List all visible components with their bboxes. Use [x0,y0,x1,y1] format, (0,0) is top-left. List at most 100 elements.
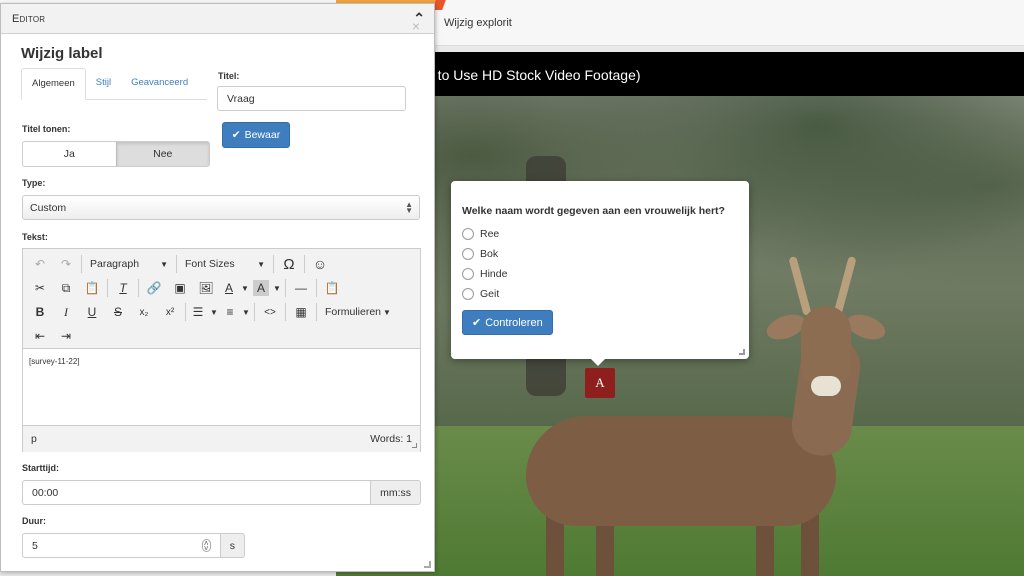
link-icon[interactable]: 🔗 [141,277,167,299]
duration-input[interactable]: 5 ˄ ˅ [22,533,221,558]
tab-advanced[interactable]: Geavanceerd [121,68,198,99]
forms-dropdown[interactable]: Formulieren ▼ [319,301,391,323]
tab-general[interactable]: Algemeen [21,68,86,100]
quiz-option[interactable]: Ree [462,224,738,244]
show-title-yes-button[interactable]: Ja [23,142,116,166]
rte-content-area[interactable]: [survey-11-22] [23,349,420,425]
toolbar-separator [254,303,255,321]
caret-down-icon[interactable]: ▼ [239,277,251,299]
paragraph-dropdown[interactable]: Paragraph ▼ [84,253,174,275]
radio-button[interactable] [462,268,474,280]
start-time-unit: mm:ss [371,480,421,505]
italic-icon[interactable]: I [53,301,79,323]
bold-icon[interactable]: B [27,301,53,323]
tab-style[interactable]: Stijl [86,68,121,99]
toolbar-separator [285,279,286,297]
show-title-toggle: Ja Nee [22,141,210,167]
check-icon: ✔ [472,317,482,329]
superscript-icon[interactable]: x² [157,301,183,323]
save-button[interactable]: ✔ Bewaar [222,122,290,148]
text-color-icon[interactable]: A [219,277,239,299]
toolbar-separator [107,279,108,297]
toolbar-separator [316,279,317,297]
horizontal-line-icon[interactable]: — [288,277,314,299]
quiz-option[interactable]: Bok [462,244,738,264]
check-answer-label: Controleren [485,316,543,329]
forms-dropdown-label: Formulieren [325,306,382,318]
quiz-option[interactable]: Geit [462,284,738,304]
table-icon[interactable]: ▦ [288,301,314,323]
deer-throat [811,376,841,396]
caret-down-icon[interactable]: ▼ [208,301,220,323]
start-time-group: 00:00 mm:ss [22,480,421,505]
show-title-label: Titel tonen: [22,124,71,134]
toolbar-separator [273,255,274,273]
video-title: e to Use HD Stock Video Footage) [426,67,641,83]
save-button-label: Bewaar [244,129,281,141]
element-path[interactable]: p [31,433,37,445]
image-icon[interactable]: 🖼 [193,277,219,299]
label-marker[interactable]: A [585,368,615,398]
rte-status-bar: p Words: 1 [23,425,420,452]
strikethrough-icon[interactable]: S [105,301,131,323]
subscript-icon[interactable]: x₂ [131,301,157,323]
check-icon: ✔ [231,129,241,141]
resize-handle-icon[interactable] [739,349,745,355]
copy-icon[interactable]: ⧉ [53,277,79,299]
bullet-list-icon[interactable]: ☰ [188,301,208,323]
numbered-list-icon[interactable]: ≡ [220,301,240,323]
outdent-icon[interactable]: ⇤ [27,325,53,347]
quiz-option-label: Geit [480,288,500,300]
duration-label: Duur: [22,516,46,526]
radio-button[interactable] [462,288,474,300]
emoticon-icon[interactable]: ☺ [307,253,333,275]
radio-button[interactable] [462,228,474,240]
toolbar-separator [138,279,139,297]
special-character-icon[interactable]: Ω [276,253,302,275]
toolbar-row: ↶ ↷ Paragraph ▼ Font Sizes ▼ Ω ☺ [27,252,416,276]
start-time-input[interactable]: 00:00 [22,480,372,505]
title-input[interactable]: Vraag [217,86,406,111]
duration-group: 5 ˄ ˅ s [22,533,245,558]
paste-text-icon[interactable]: 📋 [319,277,345,299]
caret-down-icon[interactable]: ▼ [240,301,252,323]
panel-resize-handle-icon[interactable] [424,561,431,568]
caret-down-icon: ▼ [257,259,265,269]
toolbar-separator [316,303,317,321]
deer-head [801,306,851,386]
edit-explorit-link[interactable]: Wijzig explorit [444,17,512,29]
spinner-icon[interactable]: ˄ ˅ [201,539,211,552]
indent-icon[interactable]: ⇥ [53,325,79,347]
dialog-title: Wijzig label [21,45,103,62]
check-answer-button[interactable]: ✔ Controleren [462,310,553,335]
quiz-popover: Welke naam wordt gegeven aan een vrouwel… [451,181,749,366]
background-color-icon[interactable]: A [253,280,269,296]
caret-down-icon[interactable]: ▼ [271,277,283,299]
media-icon[interactable]: ▣ [167,277,193,299]
text-label: Tekst: [22,232,48,242]
editor-header[interactable]: Editor ⌃ [1,4,434,34]
caret-down-icon: ▼ [160,259,168,269]
editor-panel: Editor ⌃ Wijzig label × Algemeen Stijl G… [0,3,435,572]
quiz-option-label: Hinde [480,268,508,280]
paste-icon[interactable]: 📋 [79,277,105,299]
toolbar-separator [285,303,286,321]
cut-icon[interactable]: ✂ [27,277,53,299]
toolbar-row: ⇤ ⇥ [27,324,416,348]
duration-unit: s [220,533,245,558]
show-title-no-button[interactable]: Nee [115,142,209,166]
font-sizes-dropdown[interactable]: Font Sizes ▼ [179,253,271,275]
editor-header-title: Editor [12,12,46,25]
type-select[interactable]: Custom ▲ ▼ [22,195,420,220]
rte-resize-handle-icon[interactable] [412,443,417,448]
deer-body [526,416,836,526]
clear-formatting-icon[interactable]: T [110,277,136,299]
source-code-icon[interactable]: <> [257,301,283,323]
radio-button[interactable] [462,248,474,260]
underline-icon[interactable]: U [79,301,105,323]
close-icon[interactable]: × [412,18,420,34]
undo-icon[interactable]: ↶ [27,253,53,275]
redo-icon[interactable]: ↷ [53,253,79,275]
quiz-option[interactable]: Hinde [462,264,738,284]
toolbar-row: ✂ ⧉ 📋 T 🔗 ▣ 🖼 A ▼ A ▼ — 📋 [27,276,416,300]
